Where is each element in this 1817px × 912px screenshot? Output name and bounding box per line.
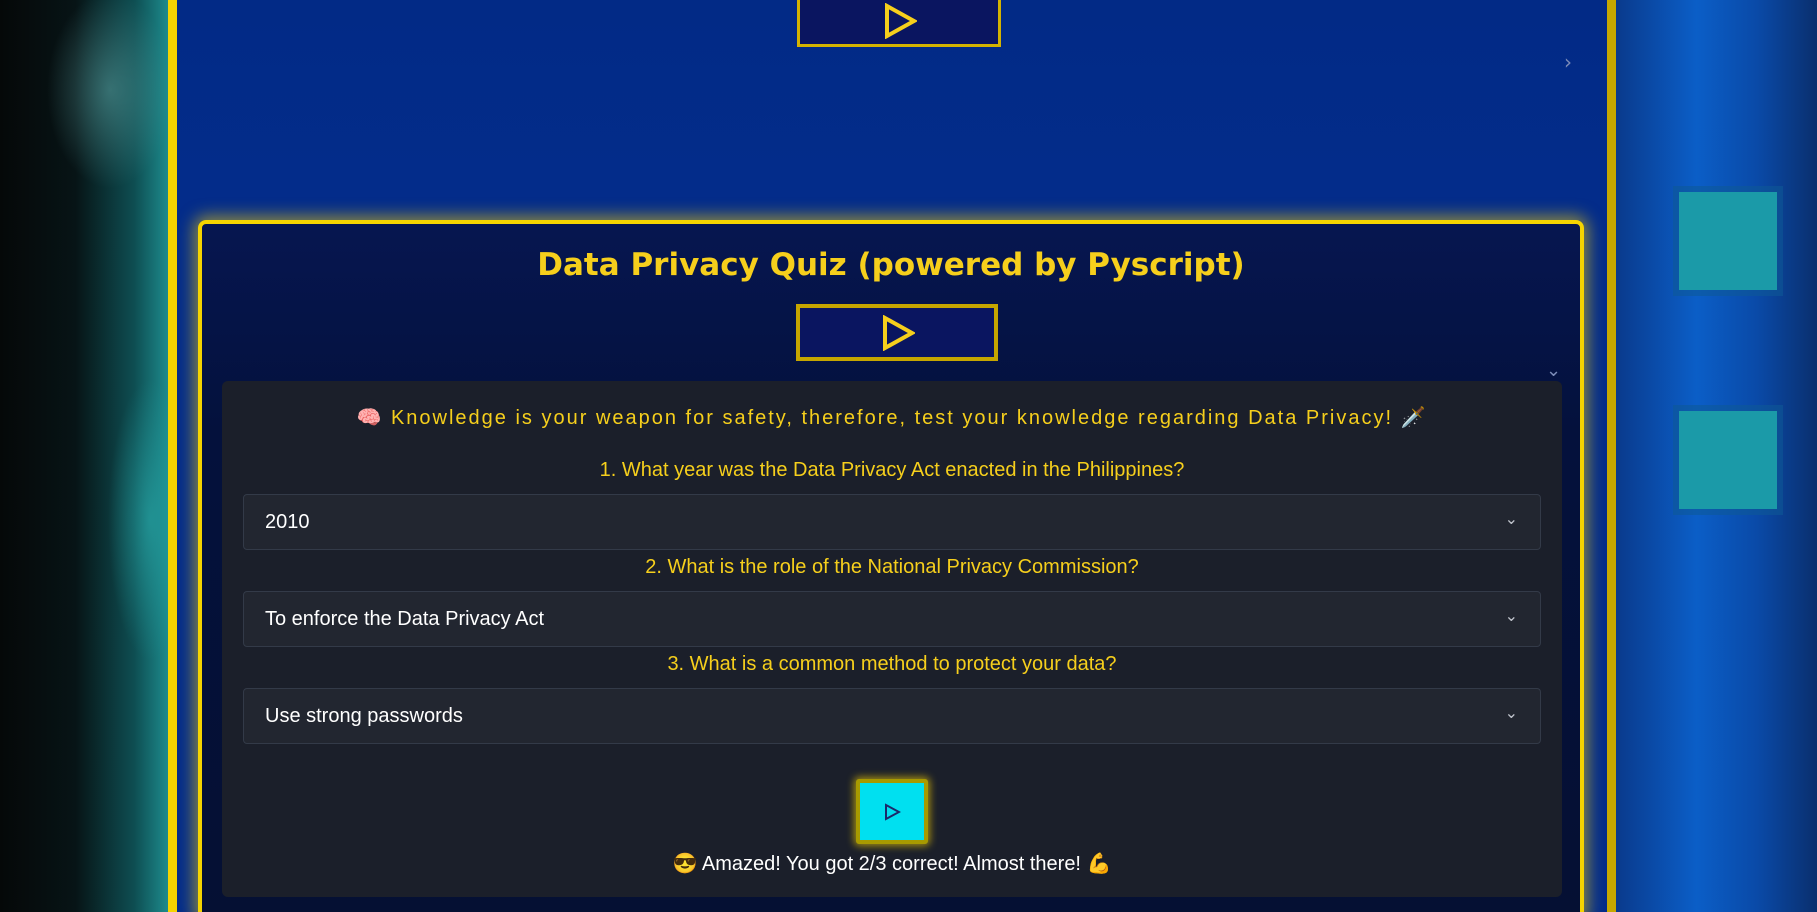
play-outline-icon — [885, 2, 917, 39]
question-3-select[interactable]: Use strong passwords ⌄ — [243, 688, 1541, 744]
result-text: Amazed! You got 2/3 correct! Almost ther… — [701, 853, 1081, 875]
tagline-text: Knowledge is your weapon for safety, the… — [390, 407, 1394, 429]
flexed-arm-icon: 💪 — [1086, 853, 1112, 875]
chevron-down-icon[interactable]: ⌄ — [1546, 360, 1561, 381]
quiz-tagline: 🧠 Knowledge is your weapon for safety, t… — [222, 405, 1562, 430]
question-3-label: 3. What is a common method to protect yo… — [667, 653, 1117, 675]
background-left-decoration — [0, 0, 168, 912]
sunglasses-icon: 😎 — [672, 853, 698, 875]
background-square — [1679, 192, 1777, 290]
question-2-select[interactable]: To enforce the Data Privacy Act ⌄ — [243, 591, 1541, 647]
question-1-selected: 2010 — [265, 510, 310, 533]
question-3-selected: Use strong passwords — [265, 704, 463, 727]
play-outline-icon — [883, 314, 915, 351]
question-1-label: 1. What year was the Data Privacy Act en… — [599, 459, 1185, 481]
quiz-play-button[interactable] — [796, 304, 998, 361]
question-2-label: 2. What is the role of the National Priv… — [645, 556, 1139, 578]
quiz-result: 😎 Amazed! You got 2/3 correct! Almost th… — [222, 851, 1562, 876]
play-small-icon — [885, 802, 901, 821]
chevron-right-icon[interactable]: › — [1564, 50, 1572, 74]
brain-icon: 🧠 — [356, 407, 384, 429]
chevron-down-icon: ⌄ — [1504, 511, 1518, 528]
question-1-select[interactable]: 2010 ⌄ — [243, 494, 1541, 550]
quiz-panel: 🧠 Knowledge is your weapon for safety, t… — [222, 381, 1562, 897]
question-2-selected: To enforce the Data Privacy Act — [265, 607, 545, 630]
quiz-card: Data Privacy Quiz (powered by Pyscript) … — [198, 220, 1584, 912]
dagger-icon: 🗡️ — [1400, 407, 1428, 429]
top-play-button[interactable] — [797, 0, 1001, 47]
background-right-decoration — [1616, 0, 1817, 912]
chevron-down-icon: ⌄ — [1504, 608, 1518, 625]
quiz-title: Data Privacy Quiz (powered by Pyscript) — [537, 247, 1245, 283]
background-square — [1679, 411, 1777, 509]
submit-button[interactable] — [856, 779, 928, 844]
chevron-down-icon: ⌄ — [1504, 705, 1518, 722]
